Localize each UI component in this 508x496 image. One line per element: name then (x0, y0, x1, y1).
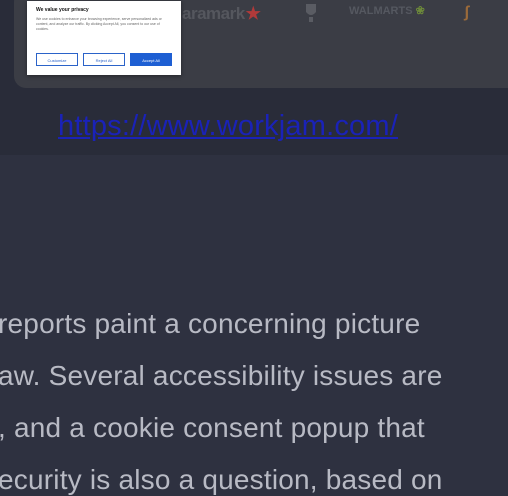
reject-all-button[interactable]: Reject All (83, 53, 125, 66)
cookie-popup-title: We value your privacy (36, 7, 89, 13)
article-line: aw. Several accessibility issues are (0, 360, 443, 391)
customize-button[interactable]: Customize (36, 53, 78, 66)
cookie-consent-popup: We value your privacy We use cookies to … (27, 1, 181, 75)
website-link[interactable]: https://www.workjam.com/ (58, 110, 398, 143)
website-screenshot-band: aramark★ WALMARTS ❀ ʃ We value your priv… (0, 0, 508, 155)
article-line: reports paint a concerning picture (0, 308, 421, 339)
aramark-logo: aramark★ (182, 4, 261, 23)
walmarts-logo: WALMARTS ❀ (349, 5, 425, 17)
cookie-popup-text: We use cookies to enhance your browsing … (36, 17, 162, 31)
article-line: , and a cookie consent popup that (0, 412, 425, 443)
aramark-star-icon: ★ (245, 4, 261, 23)
article-line: ecurity is also a question, based on (0, 464, 443, 495)
orange-logo-icon: ʃ (464, 4, 470, 21)
accept-all-button[interactable]: Accept All (130, 53, 172, 66)
leaf-icon: ❀ (415, 5, 425, 17)
shield-logo-icon (306, 4, 316, 22)
